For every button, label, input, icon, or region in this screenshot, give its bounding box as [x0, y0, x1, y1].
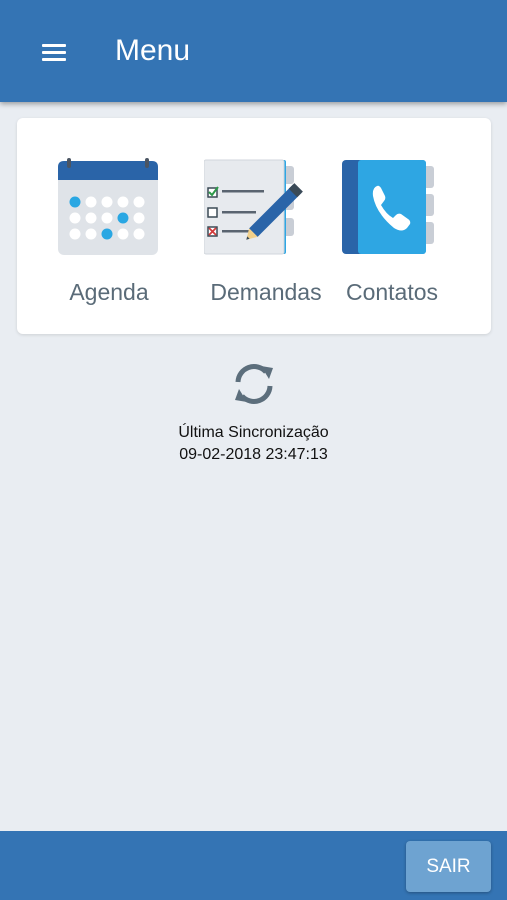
- app-bar: Menu: [0, 0, 507, 102]
- menu-item-agenda[interactable]: Agenda: [57, 118, 193, 334]
- sync-timestamp: 09-02-2018 23:47:13: [179, 446, 328, 463]
- menu-item-label: Agenda: [69, 279, 149, 305]
- checklist-icon: [204, 159, 303, 255]
- page-title: Menu: [115, 34, 191, 67]
- exit-button[interactable]: SAIR: [406, 841, 491, 892]
- menu-item-label: Contatos: [345, 279, 439, 305]
- menu-card: Agenda Demandas Contatos: [17, 118, 491, 334]
- menu-item-contatos[interactable]: Contatos: [337, 118, 447, 334]
- sync-icon[interactable]: [228, 360, 280, 408]
- phonebook-icon: [342, 160, 434, 254]
- sync-label: Última Sincronização: [178, 424, 329, 441]
- hamburger-menu-icon[interactable]: [38, 38, 70, 66]
- bottom-bar: SAIR: [0, 831, 507, 900]
- calendar-icon: [58, 158, 158, 255]
